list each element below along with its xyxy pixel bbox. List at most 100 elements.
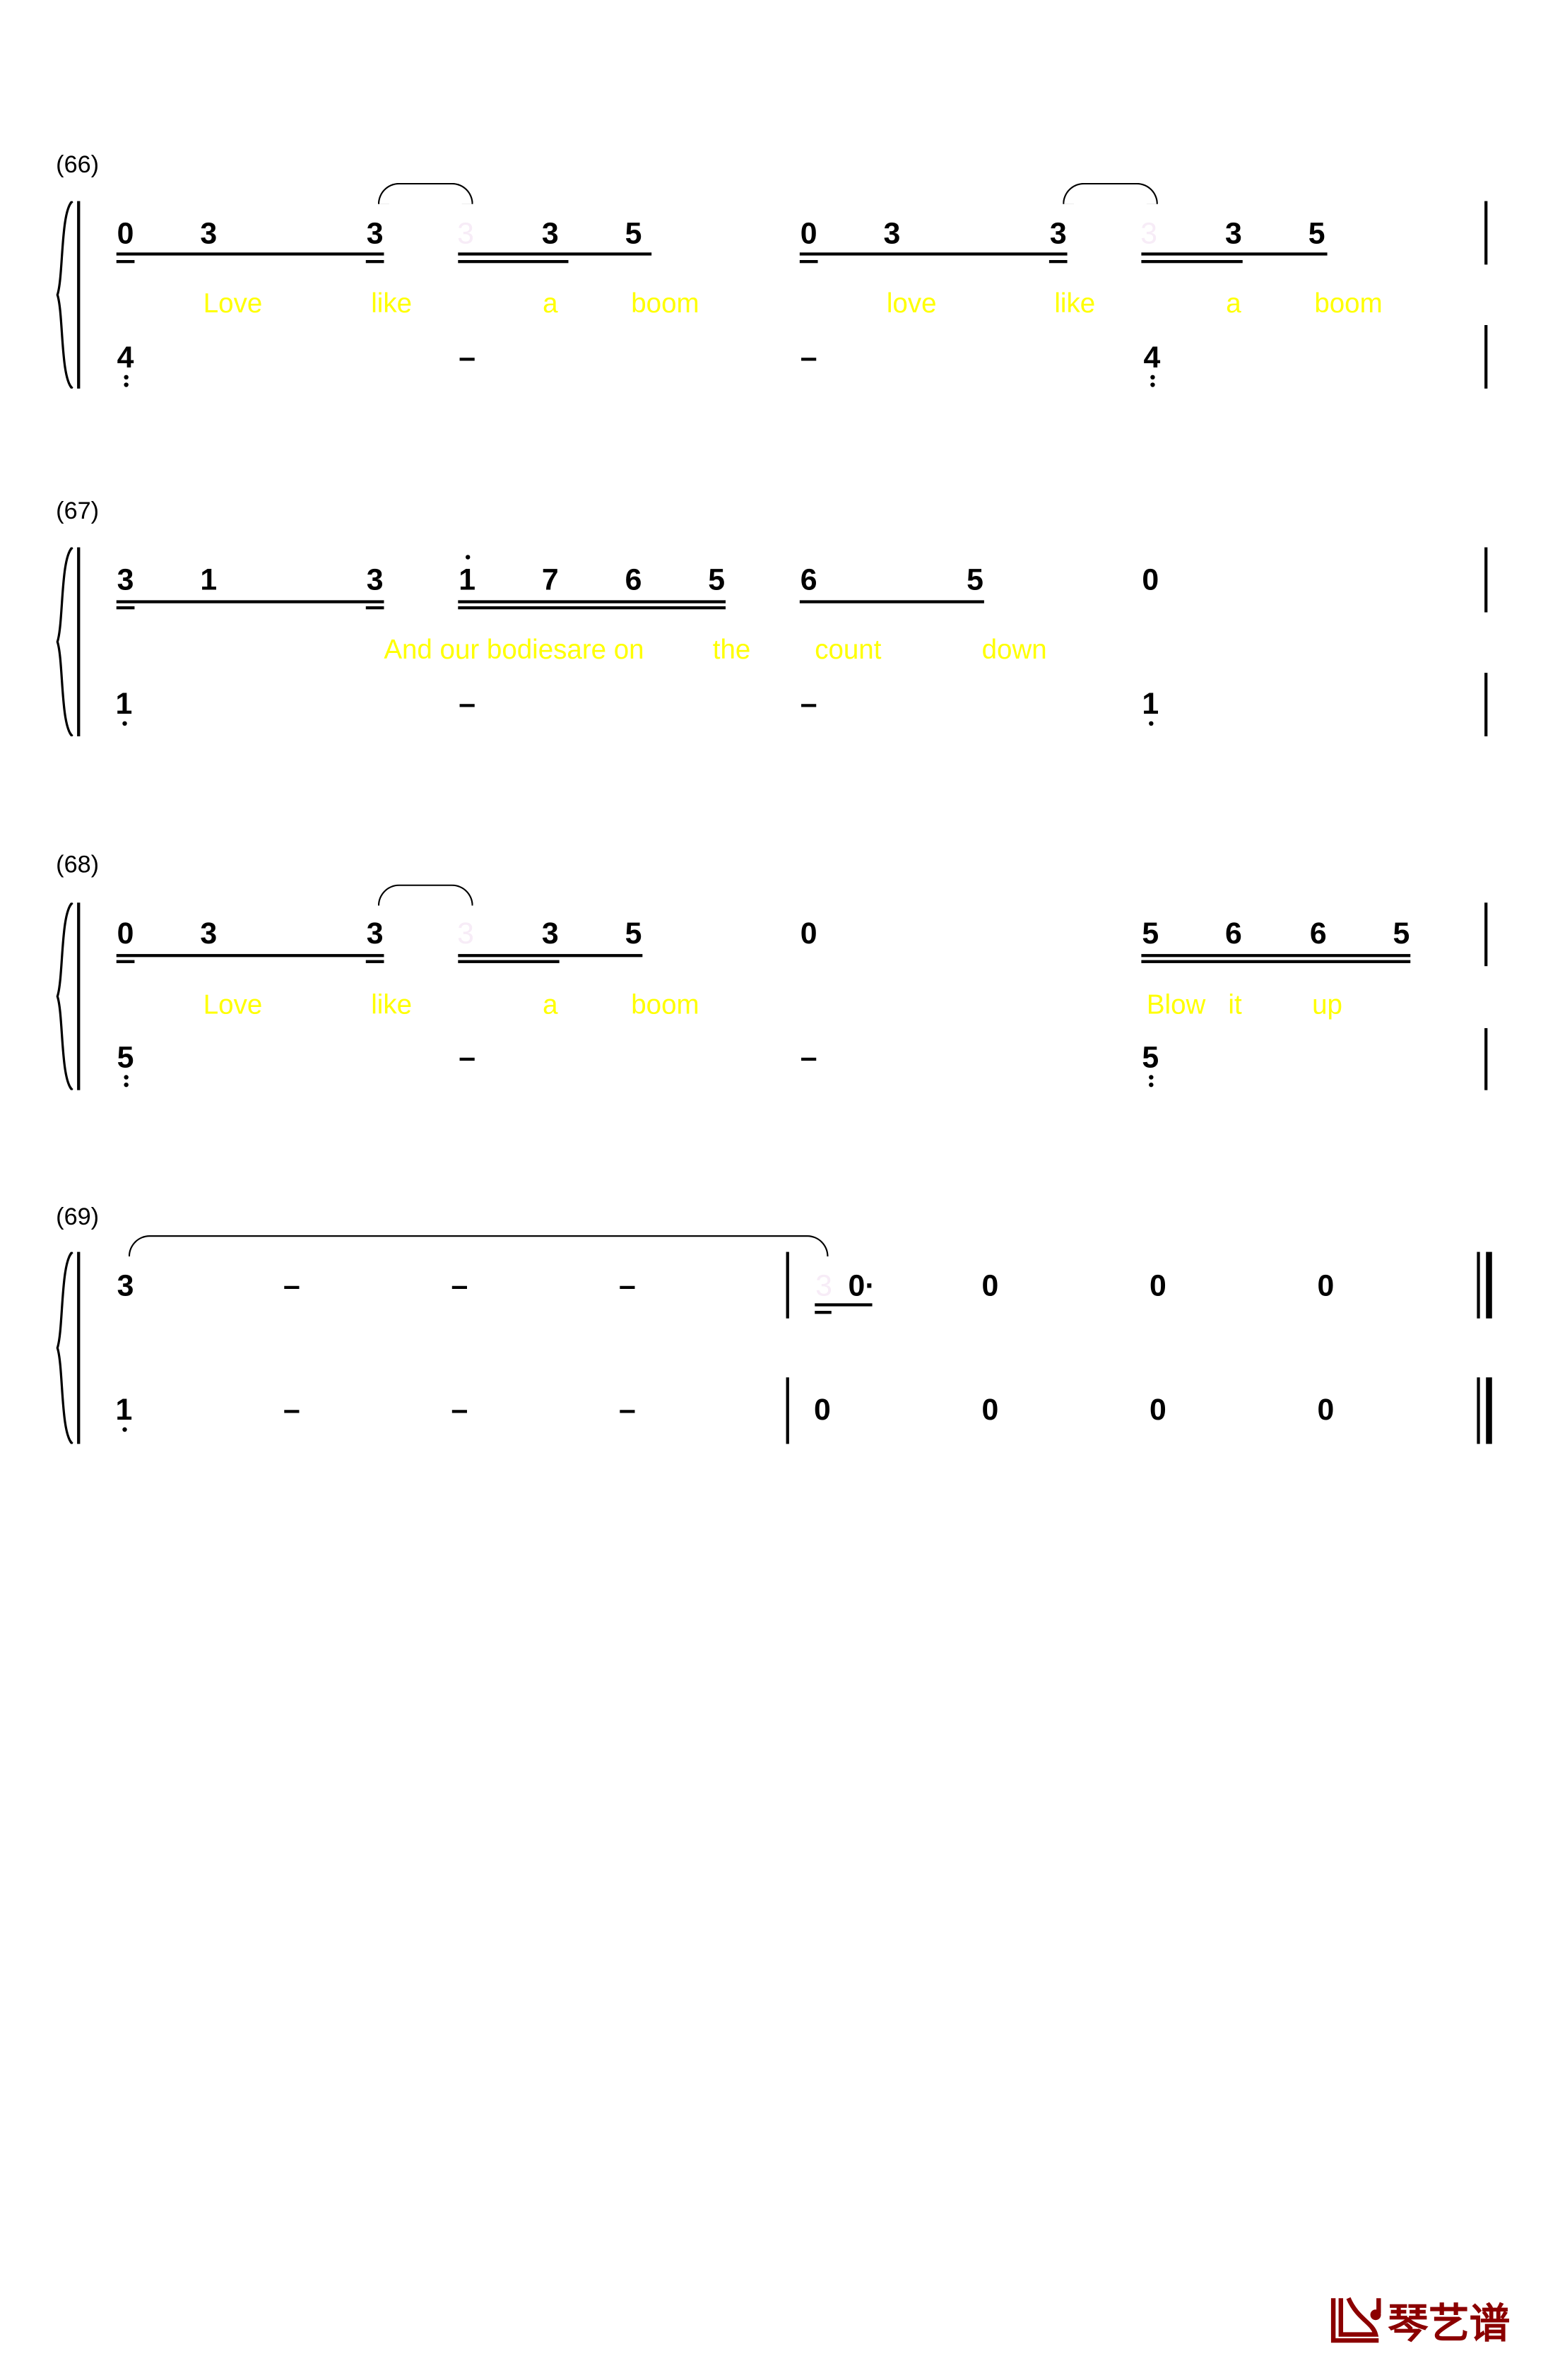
- upper-note: 3: [366, 564, 384, 598]
- upper-note: 3: [1049, 218, 1067, 252]
- beam-underline: [458, 606, 726, 610]
- upper-note: 6: [625, 564, 642, 598]
- octave-dot-below: [1148, 1075, 1153, 1080]
- upper-note: 5: [1142, 917, 1159, 951]
- lower-note: –: [459, 688, 476, 721]
- system-brace: [54, 199, 76, 390]
- beam-underline: [365, 606, 384, 610]
- lower-note: 0: [981, 1394, 999, 1427]
- beam-underline: [458, 600, 726, 603]
- octave-dot-below: [123, 382, 128, 387]
- tie-slur: [1063, 182, 1158, 204]
- beam-underline: [815, 1303, 873, 1307]
- octave-dot-below: [1150, 382, 1154, 387]
- lower-note: –: [800, 341, 817, 375]
- lyric-word: boom: [1314, 288, 1383, 319]
- beam-underline: [799, 252, 1068, 256]
- upper-note: 0: [1142, 564, 1159, 598]
- lower-note: –: [451, 1394, 468, 1427]
- lower-note: 5: [117, 1042, 134, 1076]
- lower-note: 1: [1142, 688, 1159, 721]
- measure-number: (68): [56, 852, 100, 879]
- beam-underline: [1141, 252, 1328, 256]
- barline: [1484, 201, 1488, 265]
- beam-underline: [116, 954, 384, 958]
- beam-underline: [365, 260, 384, 264]
- upper-note: 3: [117, 564, 134, 598]
- lyric-word: like: [371, 288, 413, 319]
- barline: [1486, 1251, 1492, 1319]
- upper-note: 1: [200, 564, 218, 598]
- measure-number: (67): [56, 499, 100, 525]
- barline: [786, 1377, 789, 1444]
- octave-dot-below: [123, 1082, 128, 1088]
- lyric-word: count: [815, 634, 882, 665]
- upper-note: 5: [625, 218, 642, 252]
- upper-note: 7: [541, 564, 559, 598]
- barline: [1477, 1377, 1480, 1444]
- upper-note: 3: [883, 218, 901, 252]
- upper-note: 3: [815, 1270, 832, 1304]
- lower-note: –: [459, 1042, 476, 1076]
- upper-note: 5: [708, 564, 726, 598]
- beam-underline: [116, 260, 135, 264]
- measure-number: (66): [56, 153, 100, 179]
- upper-note: 3: [457, 218, 474, 252]
- lower-note: 1: [115, 688, 133, 721]
- lower-note: –: [459, 341, 476, 375]
- upper-note: 0: [800, 218, 817, 252]
- lower-note: 1: [115, 1394, 133, 1427]
- octave-dot-above: [464, 555, 470, 560]
- lyric-word: down: [981, 634, 1047, 665]
- beam-underline: [365, 960, 384, 963]
- upper-note: 5: [967, 564, 983, 598]
- lower-note: 0: [814, 1394, 831, 1427]
- upper-note: –: [619, 1270, 636, 1304]
- barline: [1484, 902, 1488, 967]
- beam-underline: [458, 960, 560, 963]
- upper-note: 3: [200, 917, 218, 951]
- score-page: 琴艺谱 (66) 0 3 3 3 3 5 0 3 3 3 3 5 Love like a boom love lik…: [0, 0, 1548, 2380]
- lyric-word: a: [543, 989, 558, 1020]
- octave-dot-below: [123, 375, 128, 380]
- upper-note: 0: [1150, 1270, 1166, 1304]
- upper-note: 3: [541, 218, 559, 252]
- barline: [1486, 1377, 1492, 1444]
- upper-note: –: [283, 1270, 300, 1304]
- measure-number: (69): [56, 1205, 100, 1231]
- beam-underline: [1141, 260, 1243, 264]
- tie-slur: [128, 1235, 829, 1257]
- beam-underline: [1141, 960, 1411, 963]
- lower-note: –: [800, 688, 817, 721]
- lyric-word: it: [1228, 989, 1242, 1020]
- lyric-word: boom: [631, 288, 699, 319]
- lyric-word: up: [1312, 989, 1342, 1020]
- beam-underline: [116, 960, 135, 963]
- system-brace: [54, 1250, 76, 1446]
- barline: [1484, 673, 1488, 736]
- left-barline: [77, 547, 81, 736]
- upper-note: 6: [1309, 917, 1327, 951]
- upper-note: 3: [457, 917, 474, 951]
- lower-note: 4: [1143, 341, 1161, 375]
- lower-note: 0: [1150, 1394, 1166, 1427]
- beam-underline: [116, 606, 135, 610]
- lyric-word: like: [1054, 288, 1096, 319]
- beam-underline: [116, 600, 384, 603]
- octave-dot-below: [1150, 375, 1154, 380]
- beam-underline: [116, 252, 384, 256]
- upper-note: –: [451, 1270, 468, 1304]
- upper-note: 3: [1140, 218, 1157, 252]
- lower-note: –: [800, 1042, 817, 1076]
- upper-note: 0: [1317, 1270, 1335, 1304]
- lower-note: 4: [117, 341, 134, 375]
- upper-note: 3: [541, 917, 559, 951]
- upper-note: 6: [800, 564, 817, 598]
- barline: [1484, 325, 1488, 389]
- tie-slur: [377, 884, 473, 906]
- barline: [1484, 547, 1488, 613]
- octave-dot-below: [1148, 721, 1153, 726]
- beam-underline: [799, 600, 984, 603]
- upper-note: 0: [981, 1270, 999, 1304]
- upper-note: 0: [117, 218, 134, 252]
